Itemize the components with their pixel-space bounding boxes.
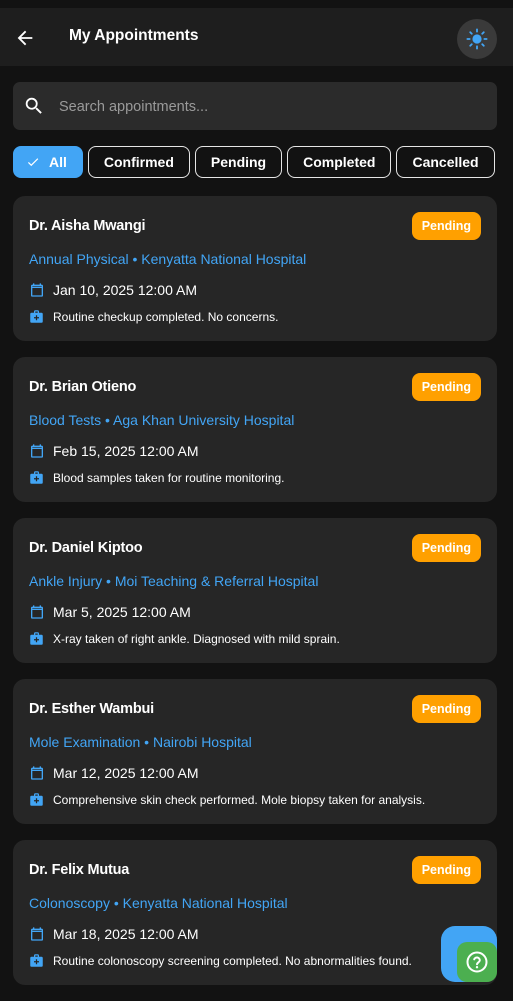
appointment-card[interactable]: Dr. Aisha Mwangi Pending Annual Physical… (13, 196, 497, 341)
appointment-card[interactable]: Dr. Brian Otieno Pending Blood Tests • A… (13, 357, 497, 502)
check-icon (27, 158, 39, 167)
filter-chip-label: Cancelled (412, 154, 479, 170)
appointment-card[interactable]: Dr. Esther Wambui Pending Mole Examinati… (13, 679, 497, 824)
status-badge: Pending (411, 856, 481, 884)
filter-chip-pending[interactable]: Pending (194, 146, 283, 178)
search-bar (13, 82, 497, 132)
note-row: Blood samples taken for routine monitori… (29, 470, 284, 485)
appointment-note: Comprehensive skin check performed. Mole… (53, 792, 426, 807)
filter-chip-label: Pending (210, 154, 267, 170)
back-button[interactable] (12, 25, 38, 51)
note-row: X-ray taken of right ankle. Diagnosed wi… (29, 631, 340, 646)
doctor-name: Dr. Aisha Mwangi (29, 218, 146, 234)
doctor-name: Dr. Brian Otieno (29, 379, 137, 395)
doctor-name: Dr. Daniel Kiptoo (29, 540, 143, 556)
filter-chip-label: Confirmed (103, 154, 174, 170)
status-badge: Pending (411, 373, 481, 401)
appointment-datetime: Jan 10, 2025 12:00 AM (53, 282, 197, 298)
medical-bag-icon (30, 471, 43, 484)
status-badge: Pending (411, 212, 481, 240)
appointment-card[interactable]: Dr. Felix Mutua Pending Colonoscopy • Ke… (13, 840, 497, 985)
medical-bag-icon (30, 632, 43, 645)
filter-chip-confirmed[interactable]: Confirmed (87, 146, 190, 178)
medical-bag-icon (30, 954, 43, 967)
medical-bag-icon (30, 793, 43, 806)
status-badge: Pending (411, 534, 481, 562)
appointment-list: Dr. Aisha Mwangi Pending Annual Physical… (13, 196, 497, 1001)
filter-chip-all[interactable]: All (13, 146, 83, 178)
date-row: Mar 12, 2025 12:00 AM (29, 765, 199, 781)
appointment-note: Blood samples taken for routine monitori… (53, 470, 285, 485)
appointment-note: X-ray taken of right ankle. Diagnosed wi… (53, 631, 340, 646)
theme-toggle-button[interactable] (457, 19, 497, 59)
appointment-note: Routine colonoscopy screening completed.… (53, 953, 412, 968)
appointment-card[interactable]: Dr. Daniel Kiptoo Pending Ankle Injury •… (13, 518, 497, 663)
medical-bag-icon (30, 310, 43, 323)
calendar-icon (31, 605, 43, 619)
calendar-icon (31, 283, 43, 297)
search-icon (25, 97, 42, 114)
appointment-type-hospital: Mole Examination • Nairobi Hospital (29, 734, 252, 750)
calendar-icon (31, 927, 43, 941)
appointment-datetime: Mar 5, 2025 12:00 AM (53, 604, 191, 620)
appointment-datetime: Mar 12, 2025 12:00 AM (53, 765, 199, 781)
date-row: Jan 10, 2025 12:00 AM (29, 282, 197, 298)
filter-chip-label: Completed (303, 154, 376, 170)
filter-chip-cancelled[interactable]: Cancelled (396, 146, 495, 178)
sun-icon (466, 28, 488, 50)
date-row: Mar 18, 2025 12:00 AM (29, 926, 199, 942)
help-button[interactable] (457, 942, 497, 982)
date-row: Mar 5, 2025 12:00 AM (29, 604, 191, 620)
search-input[interactable] (57, 82, 481, 132)
appointment-type-hospital: Annual Physical • Kenyatta National Hosp… (29, 251, 307, 267)
note-row: Routine checkup completed. No concerns. (29, 309, 278, 324)
appointment-note: Routine checkup completed. No concerns. (53, 309, 279, 324)
status-strip (0, 0, 513, 8)
appointment-type-hospital: Blood Tests • Aga Khan University Hospit… (29, 412, 295, 428)
doctor-name: Dr. Esther Wambui (29, 701, 154, 717)
doctor-name: Dr. Felix Mutua (29, 862, 130, 878)
date-row: Feb 15, 2025 12:00 AM (29, 443, 199, 459)
calendar-icon (31, 444, 43, 458)
status-filter-chips: All Confirmed Pending Completed Cancelle… (13, 146, 497, 180)
appointment-datetime: Mar 18, 2025 12:00 AM (53, 926, 199, 942)
app-bar: My Appointments (0, 8, 513, 66)
appointment-type-hospital: Colonoscopy • Kenyatta National Hospital (29, 895, 288, 911)
filter-chip-label: All (49, 154, 67, 170)
note-row: Comprehensive skin check performed. Mole… (29, 792, 425, 807)
page-title: My Appointments (69, 27, 199, 44)
help-circle-icon (466, 951, 488, 973)
appointment-type-hospital: Ankle Injury • Moi Teaching & Referral H… (29, 573, 319, 589)
appointment-datetime: Feb 15, 2025 12:00 AM (53, 443, 199, 459)
calendar-icon (31, 766, 43, 780)
arrow-left-icon (17, 30, 33, 46)
filter-chip-completed[interactable]: Completed (287, 146, 392, 178)
note-row: Routine colonoscopy screening completed.… (29, 953, 412, 968)
status-badge: Pending (411, 695, 481, 723)
